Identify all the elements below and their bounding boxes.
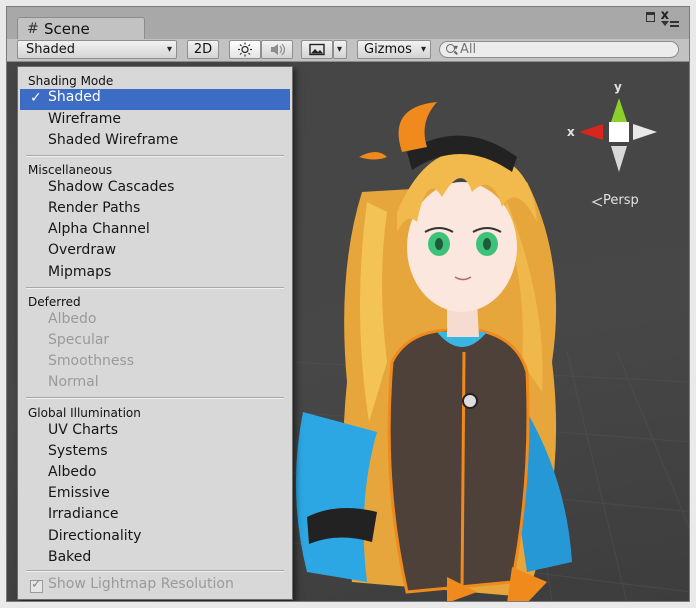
gizmo-y-label: y [614, 80, 622, 94]
mode-2d-label: 2D [193, 42, 213, 57]
image-icon [309, 43, 325, 56]
tab-bar: # Scene x [7, 7, 689, 39]
search-filter-chevron-icon[interactable]: ▾ [454, 43, 458, 52]
menu-separator [26, 397, 284, 399]
lightmap-resolution-checkbox[interactable] [30, 577, 43, 593]
scene-audio-button[interactable] [261, 40, 293, 59]
shading-mode-menu: Shading Mode ✓ Shaded Wireframe Shaded W… [17, 66, 293, 600]
menu-item-render-paths[interactable]: Render Paths [48, 200, 140, 216]
menu-item-alpha-channel[interactable]: Alpha Channel [48, 221, 150, 237]
projection-label[interactable]: Persp [603, 193, 639, 208]
sun-icon [238, 42, 252, 57]
tab-scene[interactable]: # Scene [17, 17, 145, 39]
menu-separator [26, 155, 284, 157]
gizmo-x-label: x [567, 125, 575, 139]
persp-arrows-icon [591, 197, 603, 207]
menu-item-baked[interactable]: Baked [48, 549, 91, 565]
scene-window: # Scene x Shaded 2D [6, 6, 690, 602]
menu-separator [26, 570, 284, 572]
shading-mode-dropdown[interactable]: Shaded [17, 40, 177, 59]
section-global-illumination: Global Illumination [28, 406, 141, 420]
panel-menu-icon[interactable] [661, 21, 679, 29]
menu-item-shaded[interactable]: ✓ Shaded [20, 89, 290, 110]
menu-item-deferred-albedo: Albedo [48, 311, 97, 327]
scene-toolbar: Shaded 2D [7, 39, 689, 62]
menu-item-shadow-cascades[interactable]: Shadow Cascades [48, 179, 174, 195]
scene-lighting-button[interactable] [229, 40, 261, 59]
checkmark-icon: ✓ [30, 90, 42, 106]
orientation-gizmo[interactable] [579, 98, 657, 172]
menu-item-label: Shaded [48, 89, 101, 105]
menu-item-emissive[interactable]: Emissive [48, 485, 110, 501]
section-deferred: Deferred [28, 295, 81, 309]
scene-effects-dropdown[interactable] [333, 40, 347, 59]
menu-item-overdraw[interactable]: Overdraw [48, 242, 116, 258]
menu-separator [26, 287, 284, 289]
gizmos-dropdown[interactable]: Gizmos [357, 40, 431, 59]
menu-item-uv-charts[interactable]: UV Charts [48, 422, 118, 438]
scene-grid-icon: # [27, 21, 39, 37]
menu-item-smoothness: Smoothness [48, 353, 135, 369]
window-controls: x [641, 9, 681, 36]
menu-item-wireframe[interactable]: Wireframe [48, 111, 121, 127]
show-lightmap-resolution-label: Show Lightmap Resolution [48, 576, 234, 592]
menu-item-mipmaps[interactable]: Mipmaps [48, 264, 111, 280]
scene-effects-button[interactable] [301, 40, 333, 59]
menu-item-gi-albedo[interactable]: Albedo [48, 464, 96, 480]
menu-item-directionality[interactable]: Directionality [48, 528, 141, 544]
shading-mode-value: Shaded [26, 42, 75, 57]
section-shading-mode: Shading Mode [28, 74, 114, 88]
menu-item-irradiance[interactable]: Irradiance [48, 506, 119, 522]
menu-item-specular: Specular [48, 332, 110, 348]
mode-2d-button[interactable]: 2D [187, 40, 219, 59]
menu-item-systems[interactable]: Systems [48, 443, 108, 459]
hierarchy-search: ▾ [439, 41, 679, 58]
menu-item-normal: Normal [48, 374, 99, 390]
speaker-icon [271, 43, 286, 56]
gizmos-label: Gizmos [364, 42, 412, 57]
maximize-icon[interactable] [646, 12, 655, 22]
character-model [295, 102, 572, 601]
menu-item-shaded-wireframe[interactable]: Shaded Wireframe [48, 132, 178, 148]
tab-scene-label: Scene [44, 20, 90, 38]
section-miscellaneous: Miscellaneous [28, 163, 113, 177]
search-input[interactable] [460, 42, 670, 57]
